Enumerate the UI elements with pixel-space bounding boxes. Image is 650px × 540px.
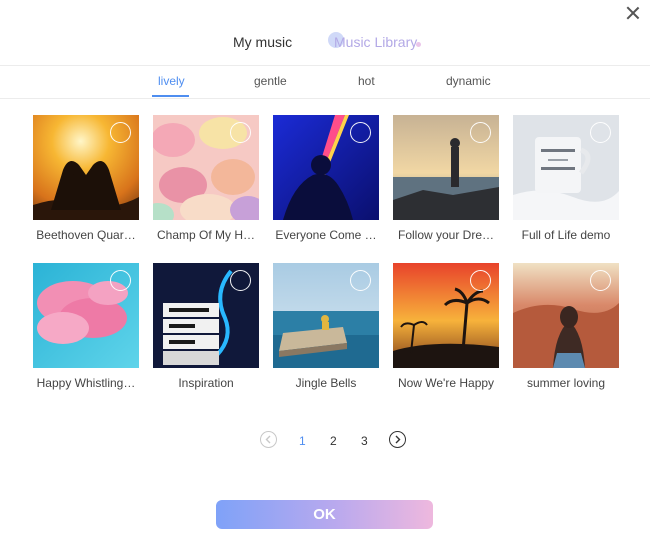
select-circle-icon[interactable] xyxy=(470,122,491,143)
music-thumbnail xyxy=(273,263,379,368)
next-page-button[interactable] xyxy=(389,431,406,448)
music-title: Beethoven Quar… xyxy=(36,228,136,242)
category-tab-hot[interactable]: hot xyxy=(358,74,375,88)
category-tab-lively[interactable]: lively xyxy=(158,74,185,88)
select-circle-icon[interactable] xyxy=(590,270,611,291)
category-tabs: lively gentle hot dynamic xyxy=(0,66,650,98)
music-card[interactable]: Champ Of My H… xyxy=(153,115,259,242)
music-card[interactable]: Beethoven Quar… xyxy=(33,115,139,242)
music-thumbnail xyxy=(513,115,619,220)
category-tab-dynamic[interactable]: dynamic xyxy=(446,74,491,88)
music-card[interactable]: summer loving xyxy=(513,263,619,390)
source-tabs: My music Music Library xyxy=(0,28,650,64)
close-button[interactable] xyxy=(624,4,642,22)
music-thumbnail xyxy=(513,263,619,368)
tab-my-music[interactable]: My music xyxy=(233,34,292,50)
select-circle-icon[interactable] xyxy=(350,270,371,291)
music-thumbnail xyxy=(153,115,259,220)
select-circle-icon[interactable] xyxy=(470,270,491,291)
page-1[interactable]: 1 xyxy=(299,434,306,448)
tab-music-library[interactable]: Music Library xyxy=(334,34,417,50)
music-thumbnail xyxy=(393,263,499,368)
page-2[interactable]: 2 xyxy=(330,434,337,448)
music-title: Full of Life demo xyxy=(521,228,611,242)
prev-page-button[interactable] xyxy=(260,431,277,448)
page-3[interactable]: 3 xyxy=(361,434,368,448)
music-title: Everyone Come … xyxy=(275,228,377,242)
music-card[interactable]: Happy Whistling… xyxy=(33,263,139,390)
pagination: 1 2 3 xyxy=(0,430,650,452)
category-tab-gentle[interactable]: gentle xyxy=(254,74,287,88)
music-thumbnail xyxy=(393,115,499,220)
music-thumbnail xyxy=(33,115,139,220)
music-card[interactable]: Inspiration xyxy=(153,263,259,390)
music-card[interactable]: Jingle Bells xyxy=(273,263,379,390)
chevron-left-icon xyxy=(265,435,271,444)
music-title: Jingle Bells xyxy=(295,376,357,390)
select-circle-icon[interactable] xyxy=(350,122,371,143)
music-card[interactable]: Everyone Come … xyxy=(273,115,379,242)
tab-ripple-effect xyxy=(416,42,421,47)
active-category-underline xyxy=(152,95,189,97)
music-thumbnail xyxy=(273,115,379,220)
music-card[interactable]: Now We're Happy xyxy=(393,263,499,390)
select-circle-icon[interactable] xyxy=(590,122,611,143)
music-title: Champ Of My H… xyxy=(156,228,255,242)
music-title: Follow your Dre… xyxy=(397,228,495,242)
music-title: Inspiration xyxy=(178,376,234,390)
music-title: summer loving xyxy=(526,376,606,390)
select-circle-icon[interactable] xyxy=(230,270,251,291)
category-divider xyxy=(0,98,650,99)
select-circle-icon[interactable] xyxy=(230,122,251,143)
music-card[interactable]: Follow your Dre… xyxy=(393,115,499,242)
select-circle-icon[interactable] xyxy=(110,122,131,143)
music-thumbnail xyxy=(33,263,139,368)
music-thumbnail xyxy=(153,263,259,368)
music-title: Now We're Happy xyxy=(397,376,495,390)
chevron-right-icon xyxy=(395,435,401,444)
music-card[interactable]: Full of Life demo xyxy=(513,115,619,242)
select-circle-icon[interactable] xyxy=(110,270,131,291)
ok-button[interactable]: OK xyxy=(216,500,433,529)
music-title: Happy Whistling… xyxy=(36,376,136,390)
